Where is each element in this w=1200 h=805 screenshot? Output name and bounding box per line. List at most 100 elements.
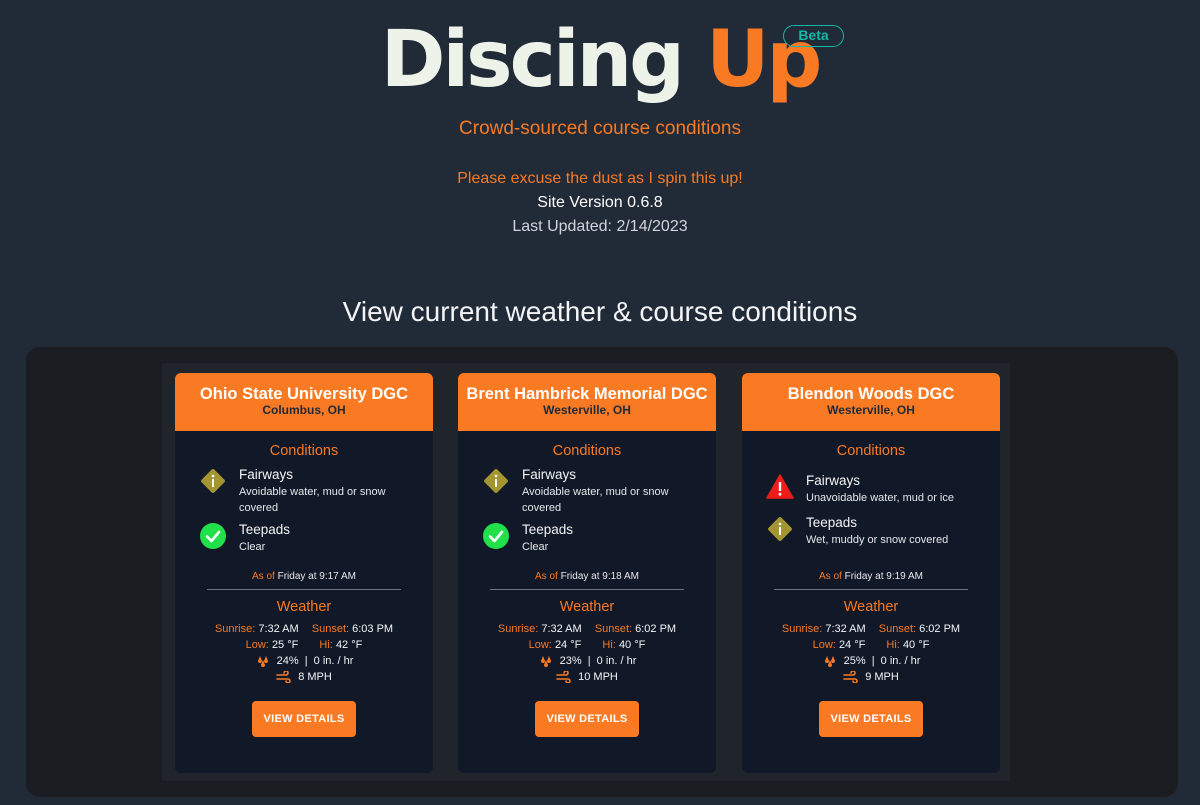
precip-value: 23% | 0 in. / hr: [559, 655, 637, 667]
course-card-header: Ohio State University DGC Columbus, OH: [175, 373, 433, 431]
condition-name: Teepads: [522, 522, 574, 537]
course-card: Blendon Woods DGC Westerville, OH Condit…: [742, 373, 1000, 773]
condition-name: Fairways: [239, 467, 294, 482]
rain-drops-icon: [257, 656, 268, 668]
courses-panel: Ohio State University DGC Columbus, OH C…: [26, 347, 1178, 797]
wind-value: 8 MPH: [298, 671, 332, 683]
divider: [207, 589, 401, 590]
weather-info: Sunrise: 7:32 AM Sunset: 6:02 PM Low: 24…: [458, 621, 716, 685]
wind: 9 MPH: [742, 669, 1000, 685]
low-value: 24 °F: [554, 639, 582, 651]
conditions-heading: Conditions: [269, 443, 339, 459]
view-details-button[interactable]: VIEW DETAILS: [819, 701, 923, 737]
reported-time: As of Friday at 9:17 AM: [175, 571, 433, 582]
wind: 10 MPH: [458, 669, 716, 685]
course-card: Brent Hambrick Memorial DGC Westerville,…: [458, 373, 716, 773]
hi-value: 40 °F: [902, 639, 930, 651]
wind-icon: [556, 671, 571, 684]
low-label: Low:: [528, 639, 552, 651]
as-of-value: Friday at 9:17 AM: [277, 571, 356, 582]
check-circle-icon: [200, 523, 226, 549]
as-of-value: Friday at 9:19 AM: [844, 571, 923, 582]
hi-label: Hi:: [602, 639, 616, 651]
course-card-header: Blendon Woods DGC Westerville, OH: [742, 373, 1000, 431]
sunrise-value: 7:32 AM: [258, 623, 299, 635]
sun-times: Sunrise: 7:32 AM Sunset: 6:02 PM: [742, 621, 1000, 637]
site-version: Site Version 0.6.8: [537, 194, 663, 211]
conditions-list: Fairways Avoidable water, mud or snow co…: [458, 459, 716, 569]
as-of-label: As of: [819, 571, 842, 582]
last-updated: Last Updated: 2/14/2023: [512, 218, 688, 235]
sunset-label: Sunset:: [878, 623, 917, 635]
reported-time: As of Friday at 9:19 AM: [742, 571, 1000, 582]
condition-name: Fairways: [806, 473, 861, 488]
condition-name: Teepads: [806, 515, 858, 530]
notice-text: Please excuse the dust as I spin this up…: [457, 170, 743, 187]
course-location: Westerville, OH: [827, 403, 915, 417]
warning-diamond-icon: [201, 469, 225, 493]
as-of-label: As of: [535, 571, 558, 582]
sunrise-value: 7:32 AM: [825, 623, 866, 635]
precipitation: 24% | 0 in. / hr: [175, 653, 433, 669]
sunrise-label: Sunrise:: [214, 623, 256, 635]
weather-heading: Weather: [276, 599, 332, 615]
course-carousel[interactable]: Ohio State University DGC Columbus, OH C…: [162, 363, 1010, 781]
weather-heading: Weather: [843, 599, 899, 615]
low-label: Low:: [812, 639, 836, 651]
course-name: Blendon Woods DGC: [787, 385, 955, 403]
reported-time: As of Friday at 9:18 AM: [458, 571, 716, 582]
view-details-button[interactable]: VIEW DETAILS: [252, 701, 356, 737]
hi-label: Hi:: [319, 639, 333, 651]
tagline: Crowd-sourced course conditions: [459, 118, 741, 139]
divider: [490, 589, 684, 590]
condition-description: Avoidable water, mud or snow covered: [522, 486, 669, 514]
sunrise-value: 7:32 AM: [541, 623, 582, 635]
precip-value: 25% | 0 in. / hr: [843, 655, 921, 667]
warning-diamond-icon: [768, 517, 792, 541]
wind-value: 9 MPH: [865, 671, 899, 683]
conditions-list: Fairways Avoidable water, mud or snow co…: [175, 459, 433, 569]
as-of-value: Friday at 9:18 AM: [560, 571, 639, 582]
low-value: 25 °F: [271, 639, 299, 651]
conditions-heading: Conditions: [836, 443, 906, 459]
check-circle-icon: [483, 523, 509, 549]
section-title: View current weather & course conditions: [342, 296, 858, 327]
sunset-value: 6:02 PM: [635, 623, 677, 635]
wind-icon: [843, 671, 858, 684]
warning-diamond-icon: [484, 469, 508, 493]
temperatures: Low: 24 °F Hi: 40 °F: [742, 637, 1000, 653]
condition-description: Avoidable water, mud or snow covered: [239, 486, 386, 514]
condition-name: Teepads: [239, 522, 291, 537]
precip-value: 24% | 0 in. / hr: [276, 655, 354, 667]
condition-description: Clear: [522, 541, 549, 553]
sunset-label: Sunset:: [311, 623, 350, 635]
wind: 8 MPH: [175, 669, 433, 685]
view-details-button[interactable]: VIEW DETAILS: [535, 701, 639, 737]
sunrise-label: Sunrise:: [781, 623, 823, 635]
low-label: Low:: [245, 639, 269, 651]
hi-label: Hi:: [886, 639, 900, 651]
alert-triangle-icon: [766, 474, 794, 499]
condition-name: Fairways: [522, 467, 577, 482]
divider: [774, 589, 968, 590]
sunrise-label: Sunrise:: [497, 623, 539, 635]
rain-drops-icon: [824, 656, 835, 668]
sun-times: Sunrise: 7:32 AM Sunset: 6:02 PM: [458, 621, 716, 637]
condition-description: Wet, muddy or snow covered: [806, 534, 949, 546]
sun-times: Sunrise: 7:32 AM Sunset: 6:03 PM: [175, 621, 433, 637]
weather-info: Sunrise: 7:32 AM Sunset: 6:02 PM Low: 24…: [742, 621, 1000, 685]
precipitation: 25% | 0 in. / hr: [742, 653, 1000, 669]
course-card: Ohio State University DGC Columbus, OH C…: [175, 373, 433, 773]
conditions-list: Fairways Unavoidable water, mud or ice T…: [742, 459, 1000, 569]
low-value: 24 °F: [838, 639, 866, 651]
course-location: Westerville, OH: [543, 403, 631, 417]
condition-description: Clear: [239, 541, 266, 553]
temperatures: Low: 25 °F Hi: 42 °F: [175, 637, 433, 653]
sunset-value: 6:02 PM: [919, 623, 961, 635]
course-name: Ohio State University DGC: [199, 385, 409, 403]
site-logo[interactable]: Discing Up: [0, 12, 1200, 108]
as-of-label: As of: [252, 571, 275, 582]
precipitation: 23% | 0 in. / hr: [458, 653, 716, 669]
sunset-label: Sunset:: [594, 623, 633, 635]
conditions-heading: Conditions: [552, 443, 622, 459]
